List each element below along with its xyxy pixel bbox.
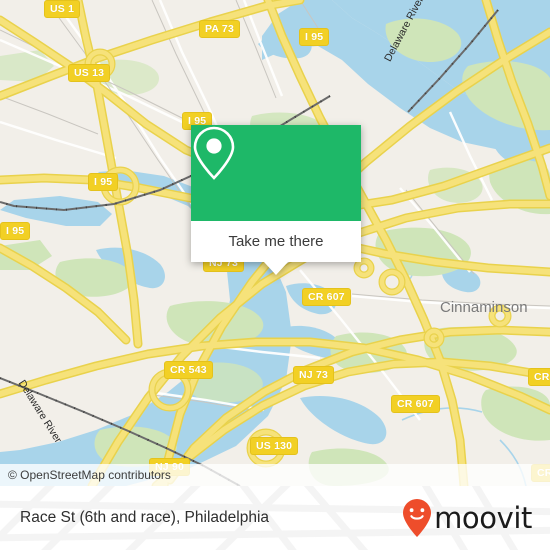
road-shield-us-130: US 130	[250, 437, 299, 455]
moovit-brand[interactable]: moovit	[402, 498, 532, 538]
popup-tail-pointer	[264, 262, 288, 275]
road-shield-i-95-a: I 95	[299, 28, 330, 46]
popup-header	[191, 125, 361, 221]
road-shield-cr-right-a: CR	[528, 368, 550, 386]
footer-bar: Race St (6th and race), Philadelphia moo…	[0, 486, 550, 550]
place-label-cinnaminson: Cinnaminson	[440, 299, 528, 316]
road-shield-i-95-d: I 95	[0, 222, 31, 240]
road-shield-nj-73-b: NJ 73	[293, 366, 335, 384]
road-shield-us-13: US 13	[68, 64, 111, 82]
moovit-map-screen: Delaware River Delaware River Cinnaminso…	[0, 0, 550, 550]
location-popup-card[interactable]: Take me there	[191, 125, 361, 275]
map-canvas[interactable]: Delaware River Delaware River Cinnaminso…	[0, 0, 550, 486]
take-me-there-label: Take me there	[228, 233, 324, 250]
moovit-smiley-pin-icon	[403, 499, 432, 537]
take-me-there-button[interactable]: Take me there	[191, 221, 361, 262]
road-shield-i-95-c: I 95	[88, 173, 119, 191]
road-shield-pa-73: PA 73	[199, 20, 241, 38]
road-shield-cr-607-a: CR 607	[302, 288, 351, 306]
page-title: Race St (6th and race), Philadelphia	[20, 509, 270, 526]
road-shield-cr-543: CR 543	[164, 361, 213, 379]
road-shield-cr-607-b: CR 607	[391, 395, 440, 413]
road-shield-us-1: US 1	[44, 0, 81, 18]
map-attribution[interactable]: © OpenStreetMap contributors	[0, 464, 550, 486]
attribution-text: © OpenStreetMap contributors	[8, 468, 171, 482]
location-pin-icon	[193, 126, 235, 180]
moovit-wordmark: moovit	[434, 500, 532, 535]
